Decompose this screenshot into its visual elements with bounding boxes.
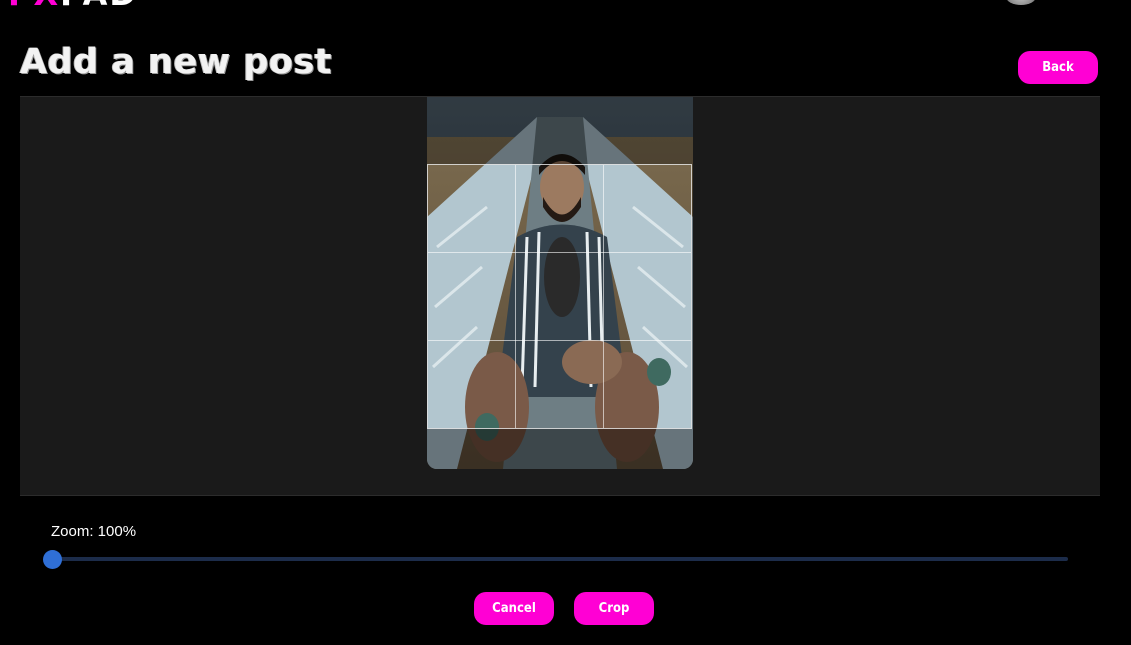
app-logo[interactable]: PXPAD [8,0,138,10]
crop-preview-illustration [428,165,691,428]
crop-grid-line [515,165,516,428]
logo-part-2: PAD [60,0,138,13]
crop-button[interactable]: Crop [574,592,654,625]
crop-grid-line [428,340,691,341]
crop-grid-line [603,165,604,428]
crop-preview [428,165,691,428]
zoom-label: Zoom: 100% [51,523,137,540]
logo-part-1: PX [8,0,60,13]
page-title: Add a new post [20,42,333,82]
cancel-button[interactable]: Cancel [474,592,554,625]
crop-grid-line [428,252,691,253]
page: PXPAD Add a new post Back [0,0,1131,645]
image-cropper[interactable] [20,96,1100,496]
crop-selection-box[interactable] [427,164,692,429]
back-button[interactable]: Back [1018,51,1098,84]
zoom-slider-thumb[interactable] [43,550,62,569]
zoom-slider-track[interactable] [52,557,1068,561]
avatar[interactable] [1006,0,1036,5]
